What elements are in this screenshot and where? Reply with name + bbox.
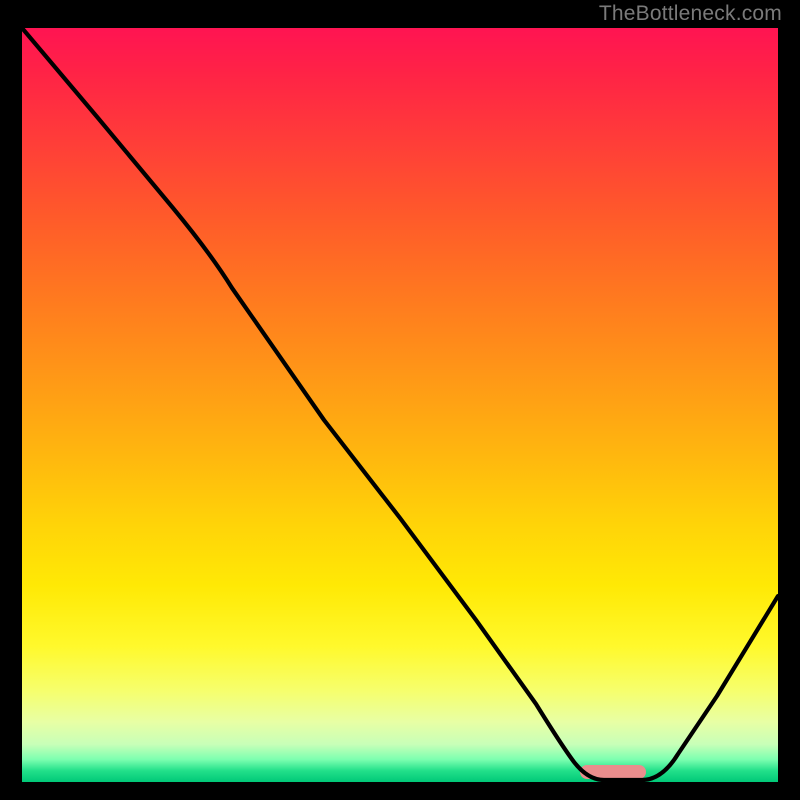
chart-frame: TheBottleneck.com <box>0 0 800 800</box>
plot-area <box>22 28 778 782</box>
bottleneck-curve <box>22 28 778 780</box>
chart-overlay <box>22 28 778 782</box>
watermark-text: TheBottleneck.com <box>599 2 782 26</box>
